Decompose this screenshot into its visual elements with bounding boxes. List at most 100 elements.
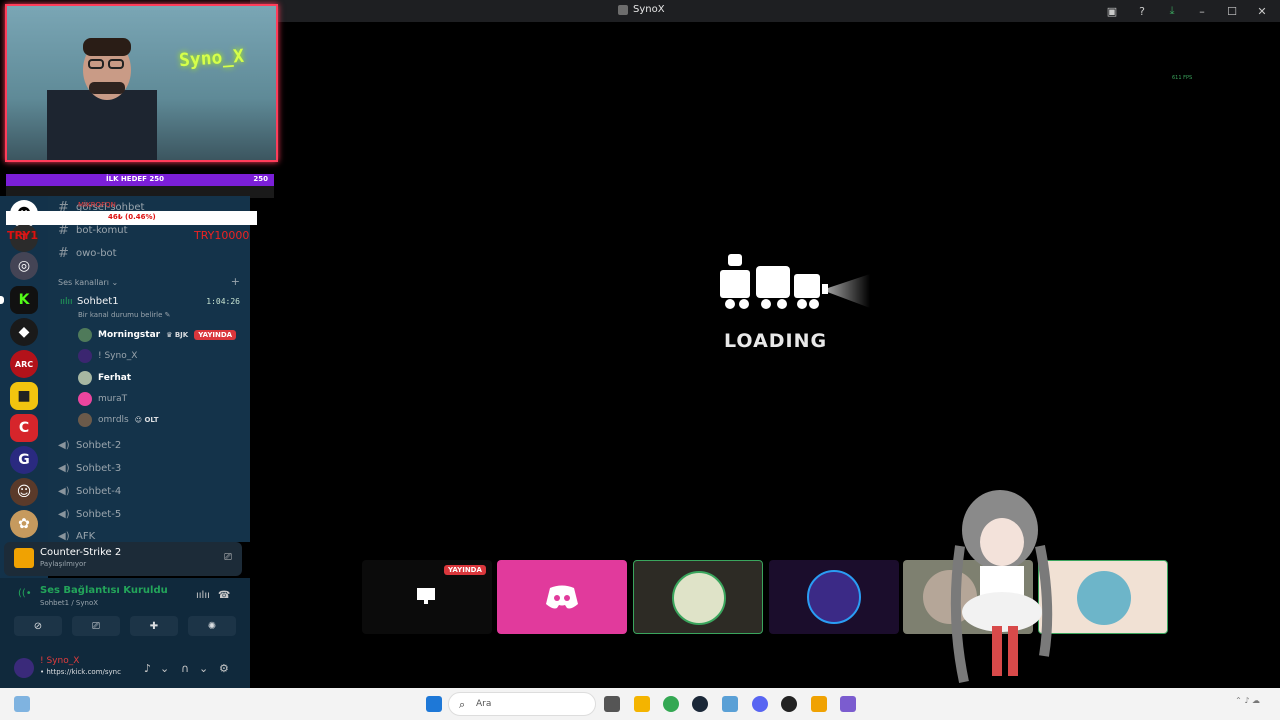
goal-bar: İLK HEDEF 250 250 bbox=[6, 174, 274, 186]
download-icon[interactable]: ⤓ bbox=[1164, 3, 1180, 19]
avatar bbox=[807, 570, 861, 624]
minimize-button[interactable]: – bbox=[1194, 3, 1210, 19]
avatar bbox=[78, 349, 92, 363]
cs2-game-icon bbox=[14, 548, 34, 568]
channel-voice[interactable]: ◀) Sohbet-5 bbox=[58, 509, 121, 520]
discord-taskbar-icon[interactable] bbox=[752, 696, 768, 712]
voice-connection-panel: ((• Ses Bağlantısı Kuruldu Sohbet1 / Syn… bbox=[0, 578, 250, 688]
maximize-button[interactable]: ☐ bbox=[1224, 3, 1240, 19]
donation-label: TRY1 bbox=[7, 229, 38, 242]
live-badge: YAYINDA bbox=[194, 330, 237, 340]
speaker-icon: ◀) bbox=[58, 509, 70, 520]
signal-icon: ((• bbox=[18, 588, 32, 599]
add-channel-icon[interactable]: + bbox=[231, 275, 240, 288]
server-icon[interactable]: C bbox=[10, 414, 38, 442]
screen-share-button[interactable]: ⎚ bbox=[72, 616, 120, 636]
obs-icon[interactable] bbox=[781, 696, 797, 712]
app-icon[interactable] bbox=[722, 696, 738, 712]
server-icon[interactable]: ◆ bbox=[10, 318, 38, 346]
server-icon[interactable]: ◎ bbox=[10, 252, 38, 280]
file-explorer-icon[interactable] bbox=[634, 696, 650, 712]
channel-voice[interactable]: ◀) Sohbet-3 bbox=[58, 463, 121, 474]
disconnect-icon[interactable]: ☎ bbox=[218, 590, 230, 601]
chevron-down-icon[interactable]: ⌄ bbox=[160, 662, 169, 675]
train-loader-icon bbox=[720, 254, 870, 309]
share-screen-icon[interactable]: ⎚ bbox=[224, 552, 232, 563]
app-icon[interactable] bbox=[840, 696, 856, 712]
inbox-icon[interactable]: ▣ bbox=[1104, 3, 1120, 19]
activities-button[interactable]: ✚ bbox=[130, 616, 178, 636]
participant-tile[interactable] bbox=[633, 560, 763, 634]
channel-text[interactable]: # owo-bot bbox=[58, 246, 117, 261]
voice-member[interactable]: omrdls ☺ OLT bbox=[78, 413, 158, 427]
title-bar: SynoX ▣ ? ⤓ – ☐ ✕ bbox=[250, 0, 1280, 22]
voice-member[interactable]: ! Syno_X bbox=[78, 349, 137, 363]
app-logo-icon bbox=[618, 4, 628, 15]
close-button[interactable]: ✕ bbox=[1254, 3, 1270, 19]
start-icon[interactable] bbox=[426, 696, 442, 712]
server-icon[interactable]: ✿ bbox=[10, 510, 38, 538]
system-tray[interactable]: ⌃ ♪ ☁ bbox=[1235, 696, 1260, 705]
steam-icon[interactable] bbox=[692, 696, 708, 712]
activity-panel: Counter-Strike 2 Paylaşılmıyor ⎚ bbox=[4, 542, 242, 576]
category-header[interactable]: Ses kanalları ⌄ bbox=[58, 278, 118, 287]
voice-member[interactable]: Ferhat bbox=[78, 371, 131, 385]
member-tag: ☺ OLT bbox=[134, 416, 159, 424]
weather-icon[interactable] bbox=[14, 696, 30, 712]
discord-icon bbox=[546, 585, 578, 609]
server-icon[interactable]: ☺ bbox=[10, 478, 38, 506]
streamer-image bbox=[47, 38, 157, 160]
noise-suppression-icon[interactable]: ıılıı bbox=[196, 590, 210, 601]
speaker-icon: ◀) bbox=[58, 486, 70, 497]
loading-label: LOADING bbox=[724, 330, 828, 352]
avatar bbox=[1077, 571, 1131, 625]
voice-member[interactable]: muraT bbox=[78, 392, 127, 406]
hash-icon: # bbox=[58, 223, 69, 238]
participant-tile[interactable] bbox=[769, 560, 899, 634]
participant-tile[interactable] bbox=[497, 560, 627, 634]
hash-icon: # bbox=[58, 246, 69, 261]
chrome-icon[interactable] bbox=[663, 696, 679, 712]
server-icon[interactable]: ■ bbox=[10, 382, 38, 410]
server-icon[interactable]: ARC bbox=[10, 350, 38, 378]
voice-member[interactable]: Morningstar ♛ BJK YAYINDA bbox=[78, 328, 237, 342]
camera-off-button[interactable]: ⊘ bbox=[14, 616, 62, 636]
channel-status[interactable]: Bir kanal durumu belirle ✎ bbox=[78, 311, 171, 319]
channel-list: # görsel-sohbet # bot-komut # owo-bot Ses k… bbox=[48, 196, 250, 542]
live-badge: YAYINDA bbox=[444, 565, 486, 575]
gear-icon[interactable]: ⚙ bbox=[219, 662, 229, 675]
fps-counter: 611 FPS bbox=[1172, 75, 1193, 81]
voice-activity-icon: ıılıı bbox=[60, 297, 73, 307]
participant-tile[interactable]: YAYINDA bbox=[362, 560, 492, 634]
webcam-overlay: Syno_X bbox=[5, 4, 278, 162]
user-panel: ! Syno_X • https://kick.com/sync ♪ ⌄ ∩ ⌄… bbox=[0, 650, 250, 688]
avatar bbox=[78, 413, 92, 427]
mic-overlay-text: MİKROFON bbox=[78, 201, 116, 209]
headphones-icon[interactable]: ∩ bbox=[181, 662, 189, 675]
taskbar-search[interactable]: ⌕ Ara bbox=[448, 692, 596, 716]
speaker-icon: ◀) bbox=[58, 463, 70, 474]
channel-voice[interactable]: ◀) Sohbet-2 bbox=[58, 440, 121, 451]
member-tag: ♛ BJK bbox=[166, 331, 189, 339]
avatar[interactable] bbox=[14, 658, 34, 678]
neon-sign: Syno_X bbox=[178, 45, 245, 72]
vtuber-character bbox=[950, 490, 1053, 684]
search-icon: ⌕ bbox=[459, 698, 466, 711]
avatar bbox=[672, 571, 726, 625]
cs2-taskbar-icon[interactable] bbox=[811, 696, 827, 712]
server-pip bbox=[0, 296, 4, 304]
help-icon[interactable]: ? bbox=[1134, 3, 1150, 19]
avatar bbox=[78, 371, 92, 385]
chevron-down-icon[interactable]: ⌄ bbox=[199, 662, 208, 675]
avatar bbox=[78, 328, 92, 342]
task-view-icon[interactable] bbox=[604, 696, 620, 712]
server-icon[interactable]: G bbox=[10, 446, 38, 474]
microphone-icon[interactable]: ♪ bbox=[144, 662, 151, 675]
channel-voice[interactable]: ◀) Sohbet-4 bbox=[58, 486, 121, 497]
channel-voice[interactable]: ◀) AFK bbox=[58, 531, 95, 542]
speaker-icon: ◀) bbox=[58, 440, 70, 451]
channel-text[interactable]: # bot-komut bbox=[58, 223, 128, 238]
soundboard-button[interactable]: ✺ bbox=[188, 616, 236, 636]
kick-server-icon[interactable]: K bbox=[10, 286, 38, 314]
speaker-icon: ◀) bbox=[58, 531, 70, 542]
